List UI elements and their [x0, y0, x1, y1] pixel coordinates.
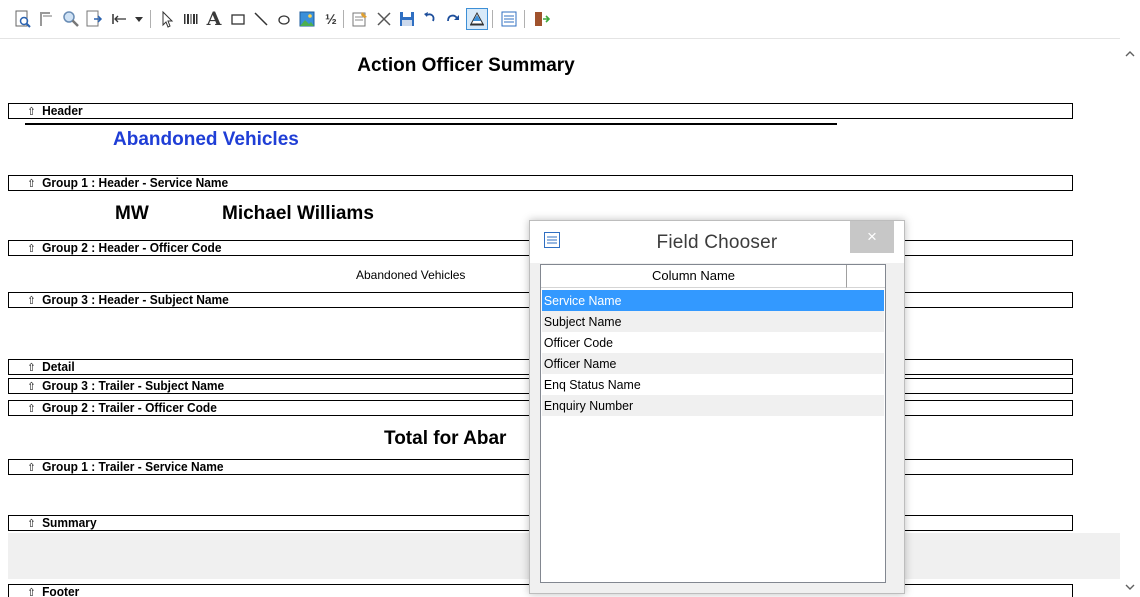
text-icon[interactable]: A: [204, 9, 224, 29]
list-item-label: Officer Code: [543, 335, 614, 350]
band-header[interactable]: Header: [8, 103, 1073, 119]
redo-icon[interactable]: [443, 9, 463, 29]
page-setup-icon[interactable]: [36, 9, 56, 29]
exit-icon[interactable]: [531, 9, 551, 29]
pointer-icon[interactable]: [158, 9, 178, 29]
band-group1-header-label: Group 1 : Header - Service Name: [29, 175, 228, 192]
export-icon[interactable]: [84, 9, 104, 29]
line-icon[interactable]: [251, 9, 271, 29]
report-title[interactable]: Action Officer Summary: [0, 55, 932, 77]
band-group1-header[interactable]: Group 1 : Header - Service Name: [8, 175, 1073, 191]
band-group3-header-label: Group 3 : Header - Subject Name: [29, 292, 229, 309]
list-item[interactable]: Enq Status Name: [542, 374, 884, 395]
list-item[interactable]: Enquiry Number: [542, 395, 884, 416]
field-chooser-dialog: Field Chooser × Column Name Service Name…: [529, 220, 905, 594]
zoom-icon[interactable]: [61, 9, 81, 29]
dialog-title: Field Chooser: [656, 232, 778, 253]
officer-code-field[interactable]: MW: [115, 203, 149, 225]
properties-icon[interactable]: [350, 9, 370, 29]
subject-name-field[interactable]: Abandoned Vehicles: [356, 268, 465, 282]
list-item-label: Subject Name: [543, 314, 622, 329]
dialog-title-bar[interactable]: Field Chooser ×: [530, 221, 904, 263]
dropdown-arrow-icon[interactable]: [129, 9, 149, 29]
field-chooser-icon[interactable]: [466, 8, 488, 30]
formula-icon[interactable]: ½: [321, 9, 341, 29]
field-list-items: Service Name Subject Name Officer Code O…: [542, 290, 884, 416]
column-header-filler: [847, 265, 885, 288]
officer-name-field[interactable]: Michael Williams: [222, 203, 374, 225]
designer-toolbar: A ½: [0, 0, 1140, 39]
band-group1-trailer-label: Group 1 : Trailer - Service Name: [29, 459, 224, 476]
band-group2-trailer-label: Group 2 : Trailer - Officer Code: [29, 400, 217, 417]
save-icon[interactable]: [397, 9, 417, 29]
header-line[interactable]: [25, 123, 837, 125]
barcode-icon[interactable]: [181, 9, 201, 29]
band-summary-label: Summary: [29, 515, 97, 532]
ellipse-icon[interactable]: [274, 9, 294, 29]
scroll-up-icon[interactable]: [1120, 44, 1140, 64]
vertical-scrollbar[interactable]: [1120, 38, 1140, 597]
first-page-icon[interactable]: [109, 9, 129, 29]
band-group2-header-label: Group 2 : Header - Officer Code: [29, 240, 222, 257]
band-detail-label: Detail: [29, 359, 75, 376]
list-item[interactable]: Officer Code: [542, 332, 884, 353]
delete-icon[interactable]: [374, 9, 394, 29]
close-button[interactable]: ×: [850, 221, 894, 253]
total-label[interactable]: Total for Abar: [384, 428, 506, 450]
print-preview-icon[interactable]: [13, 9, 33, 29]
scroll-down-icon[interactable]: [1120, 577, 1140, 597]
header-service-name[interactable]: Abandoned Vehicles: [113, 129, 299, 151]
band-group3-trailer-label: Group 3 : Trailer - Subject Name: [29, 378, 224, 395]
image-icon[interactable]: [297, 9, 317, 29]
list-item[interactable]: Subject Name: [542, 311, 884, 332]
list-item-label: Service Name: [543, 293, 622, 308]
rectangle-icon[interactable]: [228, 9, 248, 29]
list-item[interactable]: Officer Name: [542, 353, 884, 374]
list-item-label: Enquiry Number: [543, 398, 634, 413]
field-list[interactable]: Column Name Service Name Subject Name Of…: [540, 264, 886, 583]
band-header-label: Header: [29, 103, 83, 120]
undo-icon[interactable]: [420, 9, 440, 29]
list-item-label: Officer Name: [543, 356, 617, 371]
column-header[interactable]: Column Name: [541, 265, 847, 288]
band-list-icon[interactable]: [499, 9, 519, 29]
list-item[interactable]: Service Name: [542, 290, 884, 311]
band-footer-label: Footer: [29, 584, 79, 597]
list-item-label: Enq Status Name: [543, 377, 641, 392]
